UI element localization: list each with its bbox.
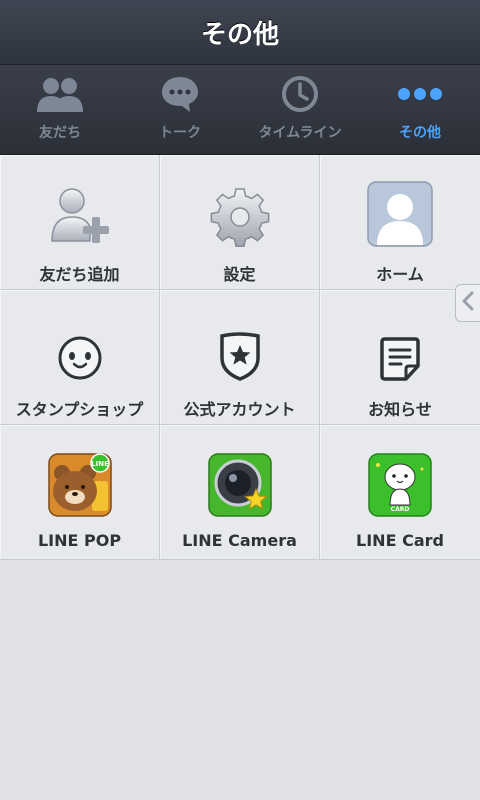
- side-drawer-handle[interactable]: [455, 284, 480, 322]
- tab-label: その他: [399, 125, 441, 141]
- menu-item-official-account[interactable]: 公式アカウント: [160, 290, 320, 425]
- line-card-app-icon: CARD: [320, 437, 480, 517]
- menu-grid: 友だち追加 設定 ホーム スタンプショップ 公式アカウント お知らせ LINE …: [0, 155, 480, 560]
- line-card-badge: CARD: [391, 506, 410, 513]
- menu-item-label: 友だち追加: [39, 265, 120, 284]
- title-bar: その他: [0, 0, 480, 65]
- line-pop-app-icon: LINE: [0, 437, 159, 517]
- page-title: その他: [200, 19, 279, 50]
- menu-item-add-friend[interactable]: 友だち追加: [0, 155, 160, 290]
- menu-item-label: お知らせ: [368, 400, 432, 419]
- tab-timeline[interactable]: タイムライン: [240, 65, 360, 154]
- menu-item-line-pop[interactable]: LINE LINE POP: [0, 425, 160, 560]
- add-friend-icon: [0, 167, 159, 247]
- chat-icon: [160, 72, 200, 116]
- tab-more[interactable]: その他: [360, 65, 480, 154]
- menu-item-settings[interactable]: 設定: [160, 155, 320, 290]
- menu-item-home[interactable]: ホーム: [320, 155, 480, 290]
- more-dots-icon: [396, 72, 444, 116]
- menu-item-sticker-shop[interactable]: スタンプショップ: [0, 290, 160, 425]
- menu-item-label: ホーム: [376, 265, 424, 284]
- menu-item-label: LINE Camera: [182, 531, 297, 550]
- menu-item-label: LINE Card: [356, 531, 444, 550]
- clock-icon: [280, 72, 320, 116]
- tab-friends[interactable]: 友だち: [0, 65, 120, 154]
- chevron-left-icon: [461, 291, 475, 315]
- menu-item-label: LINE POP: [37, 531, 122, 550]
- official-shield-icon: [160, 302, 319, 382]
- line-pop-badge: LINE: [91, 460, 109, 468]
- menu-item-label: スタンプショップ: [15, 400, 144, 419]
- friends-icon: [34, 72, 86, 116]
- tab-label: トーク: [159, 125, 201, 141]
- menu-item-label: 公式アカウント: [183, 400, 296, 419]
- menu-item-line-card[interactable]: CARD LINE Card: [320, 425, 480, 560]
- tab-label: 友だち: [39, 125, 81, 141]
- tab-bar: 友だち トーク タイムライン その他: [0, 65, 480, 155]
- gear-icon: [160, 167, 319, 247]
- menu-item-label: 設定: [223, 265, 256, 284]
- menu-item-line-camera[interactable]: LINE Camera: [160, 425, 320, 560]
- tab-label: タイムライン: [258, 125, 342, 141]
- sticker-face-icon: [0, 302, 159, 382]
- tab-talk[interactable]: トーク: [120, 65, 240, 154]
- profile-home-icon: [320, 167, 480, 247]
- line-camera-app-icon: [160, 437, 319, 517]
